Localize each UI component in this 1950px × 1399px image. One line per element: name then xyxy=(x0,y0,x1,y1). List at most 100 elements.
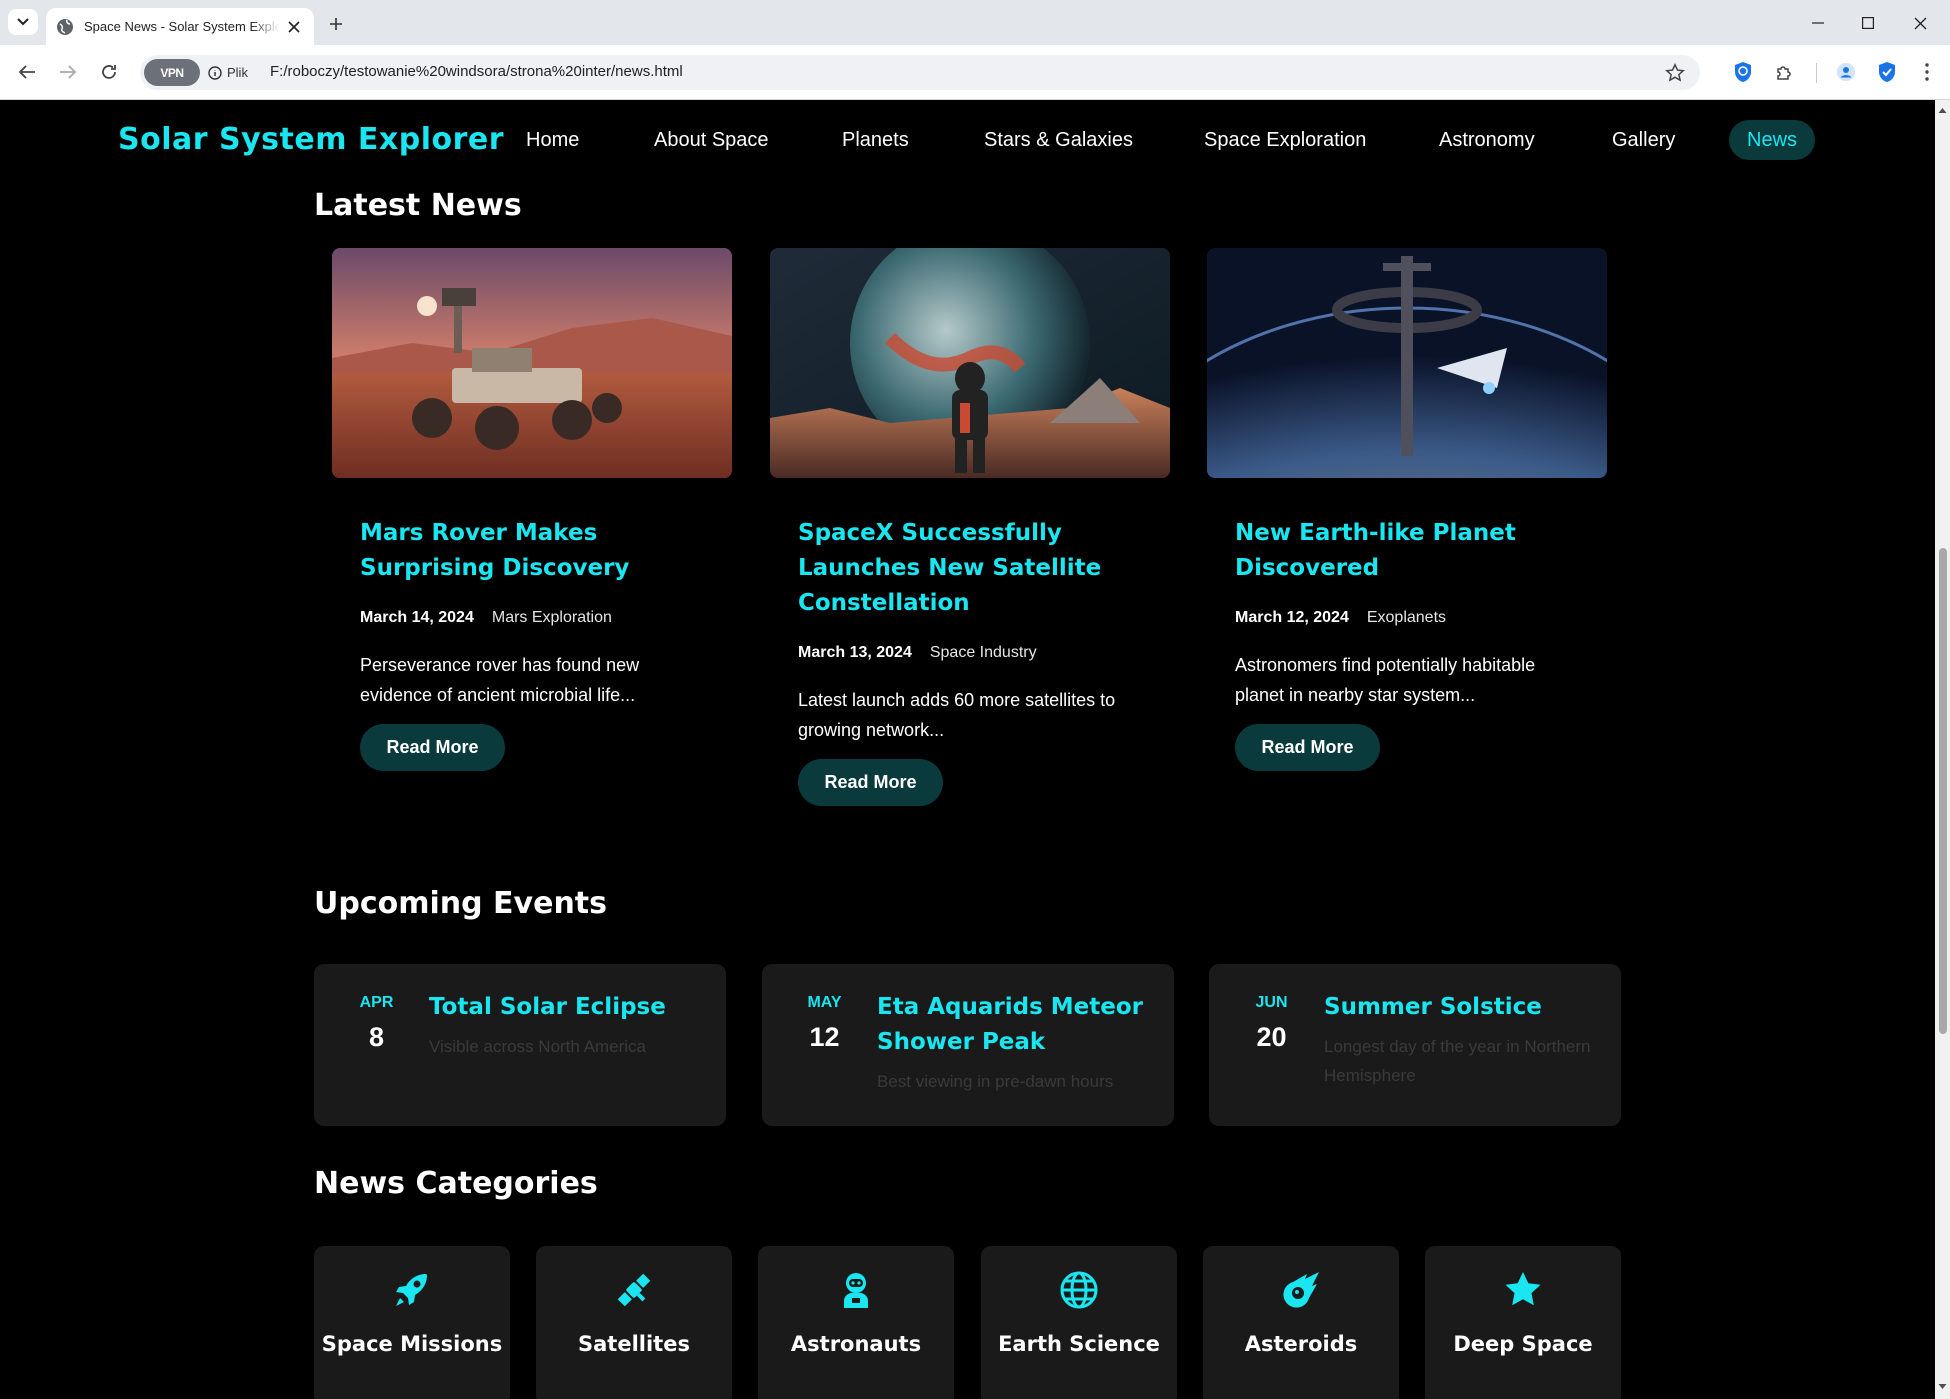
article-meta: March 12, 2024 Exoplanets xyxy=(1235,609,1446,627)
event-card[interactable]: JUN 20 Summer Solstice Longest day of th… xyxy=(1209,964,1621,1126)
browser-toolbar: VPN Plik F:/roboczy/testowanie%20windsor… xyxy=(0,45,1950,100)
vpn-button[interactable]: VPN xyxy=(144,59,200,86)
article-title[interactable]: New Earth-like Planet Discovered xyxy=(1235,516,1585,586)
read-more-button[interactable]: Read More xyxy=(360,724,505,771)
category-label: Astronauts xyxy=(790,1332,922,1356)
astronaut-planet-image xyxy=(770,248,1170,478)
scroll-up-arrow-icon[interactable] xyxy=(1938,106,1947,115)
category-card-deep-space[interactable]: Deep Space xyxy=(1425,1246,1621,1399)
nav-gallery[interactable]: Gallery xyxy=(1594,120,1693,160)
event-description: Best viewing in pre-dawn hours xyxy=(877,1072,1114,1091)
astronaut-icon xyxy=(758,1270,954,1310)
category-card-astronauts[interactable]: Astronauts xyxy=(758,1246,954,1399)
nav-astronomy[interactable]: Astronomy xyxy=(1421,120,1553,160)
category-label: Earth Science xyxy=(998,1332,1160,1356)
maximize-window-button[interactable] xyxy=(1853,8,1883,38)
news-card: New Earth-like Planet Discovered March 1… xyxy=(1207,248,1607,848)
article-title[interactable]: Mars Rover Makes Surprising Discovery xyxy=(360,516,710,586)
back-button[interactable] xyxy=(12,57,42,87)
rocket-icon xyxy=(314,1270,510,1310)
event-card[interactable]: APR 8 Total Solar Eclipse Visible across… xyxy=(314,964,726,1126)
article-date: March 14, 2024 xyxy=(360,609,474,626)
globe-favicon-icon xyxy=(57,18,73,35)
news-categories-heading: News Categories xyxy=(314,1166,598,1201)
category-label: Space Missions xyxy=(321,1332,503,1356)
info-icon xyxy=(208,65,222,80)
event-title: Total Solar Eclipse xyxy=(429,994,666,1020)
article-meta: March 14, 2024 Mars Exploration xyxy=(360,609,612,627)
read-more-button[interactable]: Read More xyxy=(1235,724,1380,771)
event-month: MAY xyxy=(807,994,842,1011)
mars-rover-image xyxy=(332,248,732,478)
reload-icon xyxy=(102,65,116,79)
page-scrollbar[interactable] xyxy=(1935,100,1950,1399)
arrow-right-icon xyxy=(60,65,77,79)
nav-space-exploration[interactable]: Space Exploration xyxy=(1186,120,1384,160)
latest-news-heading: Latest News xyxy=(314,188,522,223)
category-label: Asteroids xyxy=(1244,1332,1358,1356)
nav-news[interactable]: News xyxy=(1729,120,1816,160)
site-logo[interactable]: Solar System Explorer xyxy=(118,122,504,157)
category-card-space-missions[interactable]: Space Missions xyxy=(314,1246,510,1399)
article-date: March 12, 2024 xyxy=(1235,609,1349,626)
url-text[interactable]: F:/roboczy/testowanie%20windsora/strona%… xyxy=(270,63,683,80)
nav-about-space[interactable]: About Space xyxy=(636,120,787,160)
article-excerpt: Perseverance rover has found new evidenc… xyxy=(360,655,640,705)
event-day: 12 xyxy=(809,1022,840,1052)
nav-stars-galaxies[interactable]: Stars & Galaxies xyxy=(966,120,1151,160)
puzzle-extensions-icon[interactable] xyxy=(1770,57,1800,87)
security-check-icon[interactable] xyxy=(1872,57,1902,87)
globe-icon xyxy=(981,1270,1177,1310)
nav-planets[interactable]: Planets xyxy=(824,120,927,160)
space-station-earth-image xyxy=(1207,248,1607,478)
category-card-asteroids[interactable]: Asteroids xyxy=(1203,1246,1399,1399)
address-bar[interactable]: VPN Plik F:/roboczy/testowanie%20windsor… xyxy=(140,55,1700,90)
arrow-left-icon xyxy=(18,65,35,79)
scroll-down-arrow-icon[interactable] xyxy=(1938,1382,1947,1391)
event-description: Visible across North America xyxy=(429,1037,646,1056)
category-card-satellites[interactable]: Satellites xyxy=(536,1246,732,1399)
chevron-down-icon xyxy=(17,18,29,26)
site-info-label: Plik xyxy=(227,65,248,80)
page-viewport: Solar System Explorer Home About Space P… xyxy=(0,100,1950,1399)
reload-button[interactable] xyxy=(94,57,124,87)
star-icon xyxy=(1425,1270,1621,1310)
article-category: Space Industry xyxy=(929,644,1037,661)
browser-tab-bar: Space News - Solar System Explorer xyxy=(0,0,1950,45)
minimize-icon xyxy=(1812,22,1824,24)
event-day: 8 xyxy=(368,1022,385,1052)
event-month: APR xyxy=(359,994,394,1011)
event-description: Longest day of the year in Northern Hemi… xyxy=(1324,1037,1591,1085)
tab-search-button[interactable] xyxy=(8,9,38,35)
event-card[interactable]: MAY 12 Eta Aquarids Meteor Shower Peak B… xyxy=(762,964,1174,1126)
nav-home[interactable]: Home xyxy=(508,120,597,160)
scrollbar-thumb[interactable] xyxy=(1939,548,1947,1034)
article-category: Exoplanets xyxy=(1366,609,1447,626)
profile-icon[interactable] xyxy=(1831,57,1861,87)
shield-extension-icon[interactable] xyxy=(1728,57,1758,87)
article-excerpt: Astronomers find potentially habitable p… xyxy=(1235,655,1536,705)
forward-button[interactable] xyxy=(53,57,83,87)
close-tab-icon[interactable] xyxy=(284,17,304,37)
new-tab-button[interactable] xyxy=(322,12,350,36)
close-window-button[interactable] xyxy=(1905,8,1935,38)
article-category: Mars Exploration xyxy=(491,609,612,626)
minimize-window-button[interactable] xyxy=(1803,8,1833,38)
browser-tab-active[interactable]: Space News - Solar System Explorer xyxy=(46,8,314,45)
site-header: Solar System Explorer Home About Space P… xyxy=(0,100,1935,180)
article-title[interactable]: SpaceX Successfully Launches New Satelli… xyxy=(798,516,1148,621)
site-info-button[interactable]: Plik xyxy=(208,61,248,84)
article-date: March 13, 2024 xyxy=(798,644,912,661)
article-meta: March 13, 2024 Space Industry xyxy=(798,644,1037,662)
read-more-button[interactable]: Read More xyxy=(798,759,943,806)
category-label: Deep Space xyxy=(1453,1332,1593,1356)
category-card-earth-science[interactable]: Earth Science xyxy=(981,1246,1177,1399)
close-icon xyxy=(1914,17,1926,29)
plus-icon xyxy=(330,18,342,30)
vpn-label: VPN xyxy=(160,65,184,80)
bookmark-star-icon[interactable] xyxy=(1662,60,1688,86)
event-day: 20 xyxy=(1256,1022,1287,1052)
event-title: Summer Solstice xyxy=(1324,994,1542,1020)
more-menu-icon[interactable] xyxy=(1912,57,1942,87)
maximize-icon xyxy=(1862,17,1874,29)
